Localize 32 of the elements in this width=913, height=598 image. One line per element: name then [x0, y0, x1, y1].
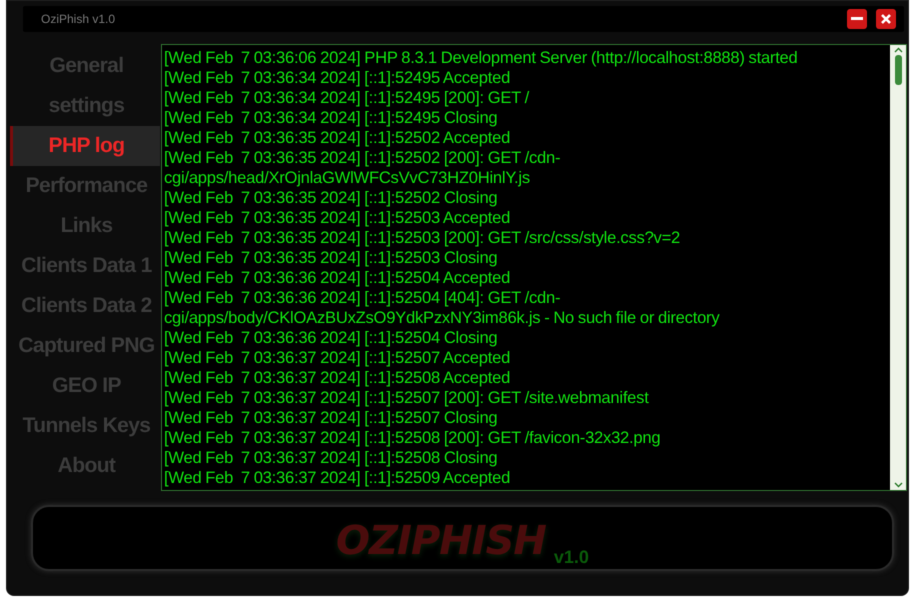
- log-line: [Wed Feb 7 03:36:34 2024] [::1]:52495 [200]: GET /: [164, 88, 530, 108]
- minimize-button[interactable]: [847, 9, 867, 29]
- scrollbar[interactable]: [890, 45, 906, 490]
- close-icon: [881, 14, 891, 24]
- log-line: [Wed Feb 7 03:36:06 2024] PHP 8.3.1 Development Server (http://localhost:8888) started: [164, 48, 799, 68]
- log-line: [Wed Feb 7 03:36:35 2024] [::1]:52502 [200]: GET /cdn-cgi/apps/head/XrOjnlaGWlWFCsVvC73HZ0HinlY.js: [164, 148, 562, 188]
- log-line: [Wed Feb 7 03:36:35 2024] [::1]:52503 Closing: [164, 248, 498, 268]
- log-line: [Wed Feb 7 03:36:37 2024] [::1]:52507 Closing: [164, 408, 498, 428]
- log-line: [Wed Feb 7 03:36:36 2024] [::1]:52504 Closing: [164, 328, 498, 348]
- logo-text: OZIPHISH: [336, 517, 546, 565]
- log-line: [Wed Feb 7 03:36:36 2024] [::1]:52504 [404]: GET /cdn-cgi/apps/body/CKlOAzBUxZsO9YdkPzxNY3im86k.js - No such file or directory: [164, 288, 720, 328]
- log-line: [Wed Feb 7 03:36:35 2024] [::1]:52502 Closing: [164, 188, 498, 208]
- log-line: [Wed Feb 7 03:36:37 2024] [::1]:52508 Closing: [164, 448, 498, 468]
- close-button[interactable]: [876, 9, 896, 29]
- log-line: [Wed Feb 7 03:36:35 2024] [::1]:52503 Accepted: [164, 208, 512, 228]
- log-line: [Wed Feb 7 03:36:34 2024] [::1]:52495 Closing: [164, 108, 498, 128]
- scroll-up-icon: [894, 47, 902, 53]
- log-line: [Wed Feb 7 03:36:37 2024] [::1]:52508 Accepted: [164, 368, 512, 388]
- log-line: [Wed Feb 7 03:36:37 2024] [::1]:52509 Accepted: [164, 468, 512, 488]
- log-line: [Wed Feb 7 03:36:34 2024] [::1]:52495 Accepted: [164, 68, 512, 88]
- log-line: [Wed Feb 7 03:36:35 2024] [::1]:52503 [200]: GET /src/css/style.css?v=2: [164, 228, 682, 248]
- log-line: [Wed Feb 7 03:36:37 2024] [::1]:52508 [200]: GET /favicon-32x32.png: [164, 428, 662, 448]
- scroll-down-icon: [894, 482, 902, 488]
- scroll-thumb[interactable]: [894, 55, 902, 85]
- minimize-icon: [851, 17, 863, 21]
- version-label: v1.0: [554, 546, 589, 568]
- log-line: [Wed Feb 7 03:36:37 2024] [::1]:52507 [200]: GET /site.webmanifest: [164, 388, 650, 408]
- sidebar-item[interactable]: PHP log: [10, 126, 160, 166]
- log-line: [Wed Feb 7 03:36:37 2024] [::1]:52507 Accepted: [164, 348, 512, 368]
- window-title: OziPhish v1.0: [41, 12, 116, 26]
- log-line: [Wed Feb 7 03:36:36 2024] [::1]:52504 Accepted: [164, 268, 512, 288]
- log-line: [Wed Feb 7 03:36:35 2024] [::1]:52502 Accepted: [164, 128, 512, 148]
